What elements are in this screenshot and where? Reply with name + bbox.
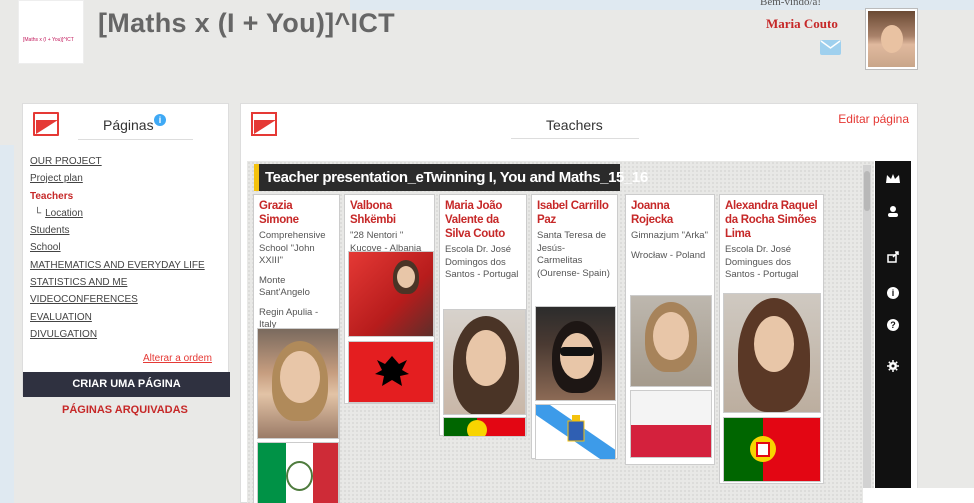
teacher-card[interactable]: Isabel Carrillo Paz Santa Teresa de Jesú… <box>531 194 618 460</box>
sidebar-item-school[interactable]: School <box>30 239 205 256</box>
board-scrollbar[interactable] <box>863 165 871 503</box>
sidebar-item-our-project[interactable]: OUR PROJECT <box>30 153 205 170</box>
teacher-photo <box>348 251 434 337</box>
teacher-city: Monte Sant'Angelo <box>259 274 310 299</box>
user-icon[interactable] <box>875 205 911 220</box>
mail-icon[interactable] <box>820 40 841 55</box>
sidebar-item-teachers[interactable]: Teachers <box>30 188 205 205</box>
sidebar-item-mathematics[interactable]: MATHEMATICS AND EVERYDAY LIFE <box>30 257 205 274</box>
teacher-photo <box>443 309 526 415</box>
subpage-branch-icon: └ <box>34 207 42 219</box>
albania-flag-icon <box>348 341 434 403</box>
background-band-left <box>0 145 14 503</box>
user-avatar[interactable] <box>865 8 918 70</box>
sidebar-item-location[interactable]: └ Location <box>30 205 205 222</box>
teacher-school: Comprehensive School "John XXIII" <box>259 230 326 266</box>
teacher-name: Grazia Simone <box>259 200 299 226</box>
site-logo[interactable]: [Maths x (I + You)]^ICT <box>18 0 84 64</box>
teacher-name: Joanna Rojecka <box>631 200 674 226</box>
divider <box>78 139 193 140</box>
teacher-school: Santa Teresa de Jesús- Carmelitas (Ouren… <box>537 230 610 279</box>
teacher-city: Wrocław - Poland <box>631 249 706 261</box>
teacher-school: Escola Dr. José Domingues dos Santos - P… <box>725 244 799 280</box>
divider <box>511 138 639 139</box>
sidebar-item-label: Location <box>45 207 83 219</box>
teacher-photo <box>535 306 616 401</box>
archived-pages-link[interactable]: PÁGINAS ARQUIVADAS <box>62 404 188 416</box>
teacher-card[interactable]: Alexandra Raquel da Rocha Simões Lima Es… <box>719 194 824 484</box>
help-icon[interactable]: ? <box>875 316 911 331</box>
main-panel: Teachers Editar página Teacher presentat… <box>240 103 918 503</box>
padlet-board[interactable]: Teacher presentation_eTwinning I, You an… <box>247 161 874 503</box>
page-flag-icon <box>251 112 277 136</box>
info-icon[interactable]: i <box>154 114 166 126</box>
create-page-button[interactable]: CRIAR UMA PÁGINA <box>23 372 230 397</box>
teacher-name: Alexandra Raquel da Rocha Simões Lima <box>725 200 818 240</box>
edit-page-link[interactable]: Editar página <box>838 112 909 126</box>
logo-text: [Maths x (I + You)]^ICT <box>23 37 74 43</box>
pages-sidebar: Páginas i OUR PROJECT Project plan Teach… <box>22 103 230 397</box>
reorder-link[interactable]: Alterar a ordem <box>143 353 212 364</box>
background-corner <box>863 488 974 503</box>
user-name-link[interactable]: Maria Couto <box>766 16 838 32</box>
italy-flag-icon <box>257 442 339 503</box>
pages-list: OUR PROJECT Project plan Teachers └ Locat… <box>30 153 205 343</box>
sidebar-item-students[interactable]: Students <box>30 222 205 239</box>
portugal-flag-icon <box>443 417 526 437</box>
sidebar-title: Páginas <box>103 117 154 133</box>
site-title: [Maths x (I + You)]^ICT <box>98 8 395 38</box>
board-toolbar: i ? <box>875 161 911 489</box>
sidebar-item-project-plan[interactable]: Project plan <box>30 170 205 187</box>
sidebar-item-statistics[interactable]: STATISTICS AND ME <box>30 274 205 291</box>
welcome-text: Bem-vindo/a! <box>760 0 822 8</box>
teacher-photo <box>723 293 821 413</box>
sidebar-item-divulgation[interactable]: DIVULGATION <box>30 326 205 343</box>
teacher-card[interactable]: Grazia Simone Comprehensive School "John… <box>253 194 340 503</box>
scrollbar-thumb[interactable] <box>864 171 870 211</box>
teacher-name: Maria João Valente da Silva Couto <box>445 200 505 240</box>
poland-flag-icon <box>630 390 712 458</box>
info-icon[interactable]: i <box>875 284 911 299</box>
crown-icon[interactable] <box>875 173 911 188</box>
teacher-photo <box>257 328 339 439</box>
teacher-name: Valbona Shkëmbi <box>350 200 396 226</box>
sidebar-item-videoconferences[interactable]: VIDEOCONFERENCES <box>30 291 205 308</box>
teacher-card[interactable]: Valbona Shkëmbi "28 Nentori " Kucove - A… <box>344 194 435 404</box>
teacher-photo <box>630 295 712 387</box>
page-title: Teachers <box>546 117 603 133</box>
sidebar-item-evaluation[interactable]: EVALUATION <box>30 309 205 326</box>
settings-icon[interactable] <box>875 360 911 375</box>
share-icon[interactable] <box>875 251 911 266</box>
teacher-name: Isabel Carrillo Paz <box>537 200 609 226</box>
teacher-card[interactable]: Maria João Valente da Silva Couto Escola… <box>439 194 527 437</box>
teacher-card[interactable]: Joanna Rojecka Gimnazjum "Arka" Wrocław … <box>625 194 715 465</box>
page-flag-icon <box>33 112 59 136</box>
portugal-flag-icon <box>723 417 821 482</box>
teacher-school: Escola Dr. José Domingos dos Santos - Po… <box>445 244 519 280</box>
teacher-school: Gimnazjum "Arka" <box>631 230 708 241</box>
galicia-flag-icon <box>535 404 616 460</box>
board-title: Teacher presentation_eTwinning I, You an… <box>254 164 648 191</box>
